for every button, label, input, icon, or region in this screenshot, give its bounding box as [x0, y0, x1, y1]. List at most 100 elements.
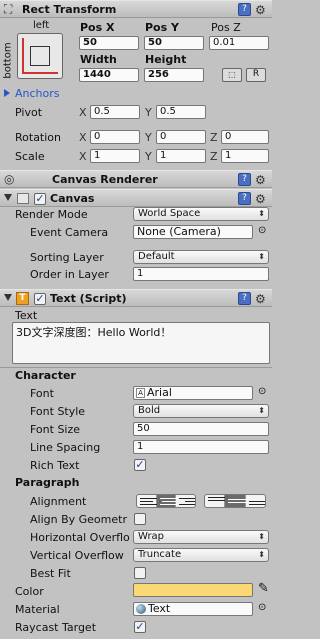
anchors-foldout-icon[interactable] — [4, 89, 10, 97]
align-by-geometry-checkbox[interactable] — [134, 513, 146, 525]
scale-x-axis-label: X — [79, 150, 87, 163]
horizontal-alignment-group — [136, 494, 196, 508]
align-top-button[interactable] — [205, 495, 228, 507]
rotation-x-axis-label: X — [79, 131, 87, 144]
line-spacing-field[interactable]: 1 — [133, 440, 269, 454]
height-field[interactable]: 256 — [144, 68, 204, 82]
font-style-label: Font Style — [30, 405, 86, 418]
help-icon[interactable]: ? — [238, 173, 251, 186]
align-right-button[interactable] — [176, 495, 195, 507]
rotation-z-axis-label: Z — [210, 131, 218, 144]
pos-z-field[interactable]: 0.01 — [209, 36, 269, 50]
help-icon[interactable]: ? — [238, 292, 251, 305]
horizontal-overflow-value: Wrap — [138, 531, 165, 542]
pos-x-field[interactable]: 50 — [79, 36, 139, 50]
sorting-layer-label: Sorting Layer — [30, 251, 104, 264]
character-section-header: Character — [15, 369, 76, 382]
text-area[interactable]: 3D文字深度图：Hello World！ — [12, 322, 270, 364]
rect-transform-header[interactable]: ⛶ Rect Transform ? ⚙ — [0, 0, 272, 18]
rotation-y-field[interactable]: 0 — [156, 130, 206, 144]
align-bottom-button[interactable] — [246, 495, 265, 507]
width-label: Width — [80, 53, 117, 66]
component-title: Canvas Renderer — [52, 173, 158, 186]
rotation-z-field[interactable]: 0 — [221, 130, 269, 144]
pivot-x-axis-label: X — [79, 106, 87, 119]
canvas-header[interactable]: ✓ Canvas ? ⚙ — [0, 189, 272, 207]
canvas-renderer-header[interactable]: ◎ Canvas Renderer ? ⚙ — [0, 170, 272, 188]
font-style-dropdown[interactable]: Bold ⬍ — [133, 404, 269, 418]
anchors-foldout-label[interactable]: Anchors — [15, 87, 60, 100]
dropdown-arrows-icon: ⬍ — [258, 252, 265, 261]
canvas-icon — [17, 193, 29, 204]
anchor-preset-line-icon — [22, 72, 58, 74]
width-field[interactable]: 1440 — [79, 68, 139, 82]
foldout-arrow-icon[interactable] — [4, 194, 12, 201]
order-in-layer-label: Order in Layer — [30, 268, 109, 281]
gear-icon[interactable]: ⚙ — [255, 193, 266, 205]
text-enabled-checkbox[interactable]: ✓ — [34, 293, 46, 305]
best-fit-checkbox[interactable] — [134, 567, 146, 579]
pivot-x-field[interactable]: 0.5 — [90, 105, 140, 119]
gear-icon[interactable]: ⚙ — [255, 4, 266, 16]
render-mode-dropdown[interactable]: World Space ⬍ — [133, 207, 269, 221]
scale-x-field[interactable]: 1 — [90, 149, 140, 163]
alignment-label: Alignment — [30, 495, 87, 508]
scale-y-field[interactable]: 1 — [156, 149, 206, 163]
vertical-overflow-dropdown[interactable]: Truncate ⬍ — [133, 548, 269, 562]
render-mode-value: World Space — [138, 208, 201, 219]
align-left-button[interactable] — [137, 495, 159, 507]
text-script-header[interactable]: T ✓ Text (Script) ? ⚙ — [0, 289, 272, 307]
raycast-target-checkbox[interactable]: ✓ — [134, 621, 146, 633]
pivot-y-field[interactable]: 0.5 — [156, 105, 206, 119]
font-size-field[interactable]: 50 — [133, 422, 269, 436]
font-label: Font — [30, 387, 54, 400]
color-field[interactable] — [133, 583, 253, 597]
canvas-enabled-checkbox[interactable]: ✓ — [34, 193, 46, 205]
anchor-preset-button[interactable] — [17, 33, 63, 79]
anchor-preset-rect-icon — [30, 46, 50, 66]
order-in-layer-field[interactable]: 1 — [133, 267, 269, 281]
foldout-arrow-icon[interactable] — [4, 294, 12, 301]
gear-icon[interactable]: ⚙ — [255, 293, 266, 305]
help-icon[interactable]: ? — [238, 192, 251, 205]
align-bottom-icon — [248, 501, 265, 505]
align-right-icon — [179, 498, 195, 505]
color-label: Color — [15, 585, 44, 598]
text-component-icon: T — [16, 292, 29, 305]
divider — [0, 367, 272, 368]
sorting-layer-value: Default — [138, 251, 175, 262]
font-asset-icon: A — [136, 388, 145, 398]
pos-z-label: Pos Z — [211, 21, 241, 34]
line-spacing-label: Line Spacing — [30, 441, 101, 454]
rotation-label: Rotation — [15, 131, 62, 144]
object-picker-icon[interactable]: ⊙ — [258, 386, 266, 397]
rotation-x-field[interactable]: 0 — [90, 130, 140, 144]
help-icon[interactable]: ? — [238, 3, 251, 16]
horizontal-overflow-dropdown[interactable]: Wrap ⬍ — [133, 530, 269, 544]
rich-text-label: Rich Text — [30, 459, 80, 472]
pivot-label: Pivot — [15, 106, 43, 119]
anchor-preset-left-label: left — [33, 20, 50, 31]
rich-text-checkbox[interactable]: ✓ — [134, 459, 146, 471]
gear-icon[interactable]: ⚙ — [255, 174, 266, 186]
font-field[interactable]: A Arial — [133, 386, 253, 400]
event-camera-field[interactable]: None (Camera) — [133, 225, 253, 239]
pos-y-label: Pos Y — [145, 21, 179, 34]
align-center-button[interactable] — [156, 495, 179, 507]
rotation-y-axis-label: Y — [145, 131, 152, 144]
rect-transform-icon: ⛶ — [4, 2, 13, 16]
object-picker-icon[interactable]: ⊙ — [258, 225, 266, 236]
raw-edit-button[interactable]: R — [246, 68, 266, 82]
eyedropper-icon[interactable]: ✎ — [258, 581, 269, 596]
text-area-value: 3D文字深度图：Hello World！ — [16, 326, 172, 339]
font-style-value: Bold — [138, 405, 161, 416]
dropdown-arrows-icon: ⬍ — [258, 532, 265, 541]
horizontal-overflow-label: Horizontal Overflo — [30, 531, 130, 544]
align-middle-button[interactable] — [225, 495, 248, 507]
scale-z-field[interactable]: 1 — [221, 149, 269, 163]
blueprint-mode-button[interactable]: ⬚ — [222, 68, 242, 82]
sorting-layer-dropdown[interactable]: Default ⬍ — [133, 250, 269, 264]
pos-y-field[interactable]: 50 — [144, 36, 204, 50]
material-field[interactable]: Text — [133, 602, 253, 616]
object-picker-icon[interactable]: ⊙ — [258, 602, 266, 613]
